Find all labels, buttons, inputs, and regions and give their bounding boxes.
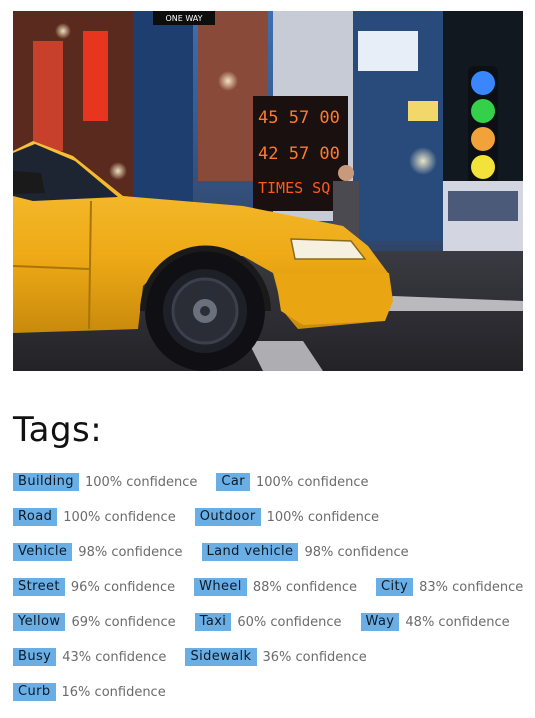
tag-confidence: 88% confidence	[252, 579, 358, 595]
one-way-sign: ONE WAY	[165, 14, 202, 23]
analyzed-photo: ONE WAY 45 57 00 42 57 00 TIMES SQ	[13, 11, 523, 371]
tag-label: Sidewalk	[185, 648, 257, 666]
tag-row: Yellow 69% confidence Taxi 60% confidenc…	[13, 613, 533, 648]
tag-label: City	[376, 578, 414, 596]
tag-confidence: 96% confidence	[70, 579, 176, 595]
tag-row: Building 100% confidence Car 100% confid…	[13, 473, 533, 508]
tag-item: Busy 43% confidence	[13, 648, 166, 666]
tag-label: Curb	[13, 683, 56, 701]
tag-label: Street	[13, 578, 65, 596]
tag-confidence: 100% confidence	[63, 509, 176, 525]
tag-confidence: 69% confidence	[71, 614, 176, 630]
tag-item: Taxi 60% confidence	[194, 613, 342, 631]
tag-confidence: 83% confidence	[419, 579, 524, 595]
tag-label: Road	[13, 508, 58, 526]
tag-item: Car 100% confidence	[216, 473, 368, 491]
tag-label: Building	[13, 473, 79, 491]
tag-item: Street 96% confidence	[13, 578, 175, 596]
tag-item: Building 100% confidence	[13, 473, 197, 491]
tag-confidence: 36% confidence	[262, 649, 367, 665]
tag-label: Outdoor	[194, 508, 261, 526]
tag-row: Busy 43% confidence Sidewalk 36% confide…	[13, 648, 533, 683]
tag-confidence: 48% confidence	[405, 614, 510, 630]
tag-item: Wheel 88% confidence	[194, 578, 357, 596]
tag-confidence: 100% confidence	[256, 474, 369, 490]
taxi-street-scene: ONE WAY 45 57 00 42 57 00 TIMES SQ	[13, 11, 523, 371]
tag-label: Car	[216, 473, 250, 491]
tag-confidence: 43% confidence	[62, 649, 167, 665]
tag-item: Yellow 69% confidence	[13, 613, 176, 631]
tag-item: Vehicle 98% confidence	[13, 543, 183, 561]
tag-confidence: 98% confidence	[78, 544, 183, 560]
tag-label: Vehicle	[13, 543, 73, 561]
ticker-line-2: 42 57 00	[258, 144, 340, 164]
tag-label: Wheel	[194, 578, 247, 596]
tag-item: Curb 16% confidence	[13, 683, 166, 701]
tag-label: Taxi	[194, 613, 232, 631]
tag-confidence: 100% confidence	[84, 474, 198, 490]
tag-label: Yellow	[13, 613, 66, 631]
tags-list: Building 100% confidence Car 100% confid…	[13, 473, 533, 718]
tag-row: Street 96% confidence Wheel 88% confiden…	[13, 578, 533, 613]
tag-confidence: 100% confidence	[266, 509, 380, 525]
tag-row: Vehicle 98% confidence Land vehicle 98% …	[13, 543, 533, 578]
tags-heading: Tags:	[13, 410, 103, 450]
tag-confidence: 60% confidence	[237, 614, 342, 630]
tag-item: Way 48% confidence	[360, 613, 510, 631]
tag-item: City 83% confidence	[376, 578, 523, 596]
tag-row: Road 100% confidence Outdoor 100% confid…	[13, 508, 533, 543]
tag-item: Land vehicle 98% confidence	[201, 543, 409, 561]
tag-confidence: 16% confidence	[61, 684, 166, 700]
tag-label: Busy	[13, 648, 57, 666]
tag-confidence: 98% confidence	[304, 544, 409, 560]
tag-row: Curb 16% confidence	[13, 683, 533, 718]
ticker-line-3: TIMES SQ	[258, 179, 330, 197]
tag-item: Sidewalk 36% confidence	[185, 648, 367, 666]
tag-item: Road 100% confidence	[13, 508, 176, 526]
tag-item: Outdoor 100% confidence	[194, 508, 380, 526]
ticker-line-1: 45 57 00	[258, 108, 340, 128]
tag-label: Way	[360, 613, 400, 631]
tag-label: Land vehicle	[201, 543, 299, 561]
